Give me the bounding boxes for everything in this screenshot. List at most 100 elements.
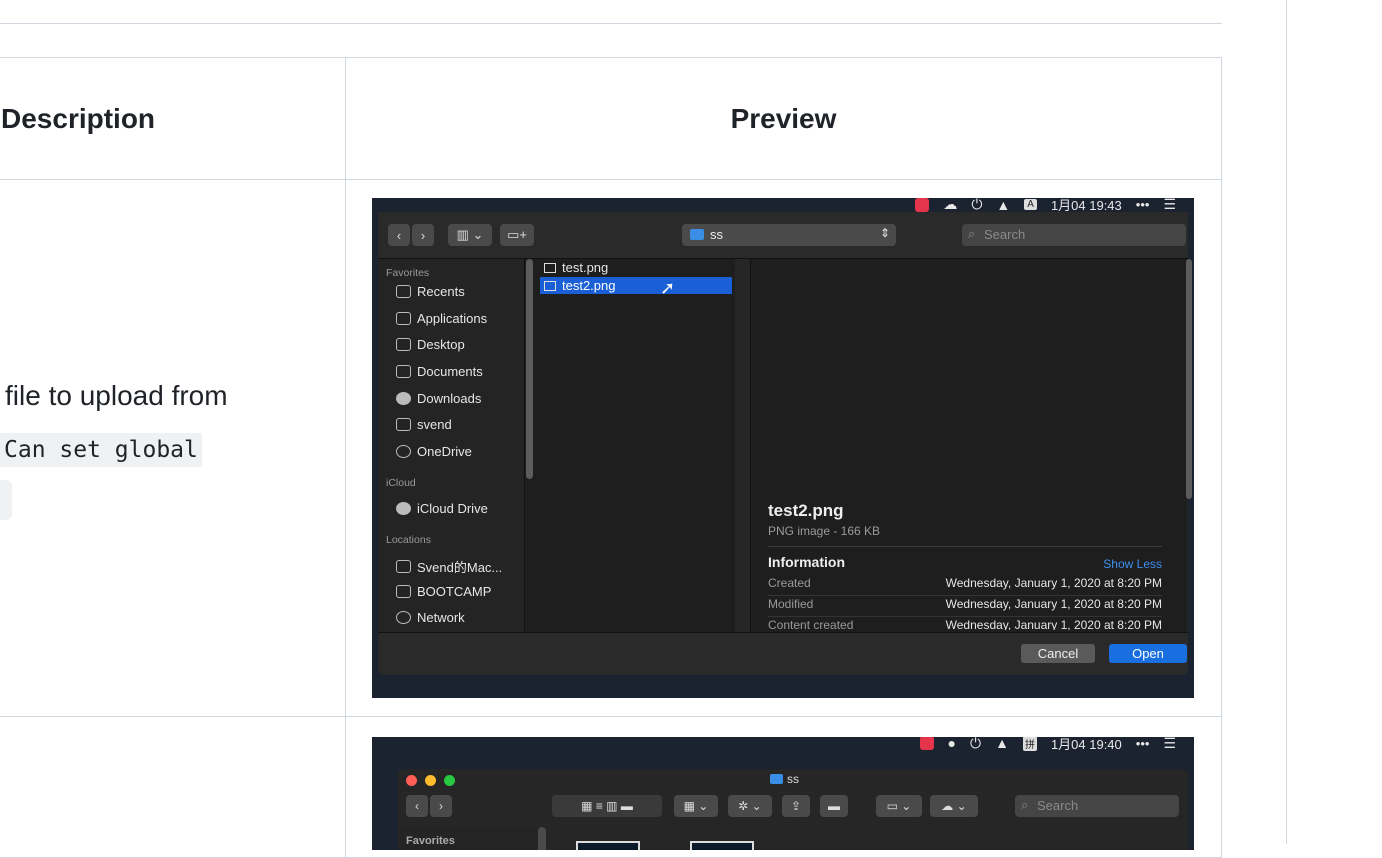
- input-source-icon: 拼: [1022, 736, 1037, 751]
- recents-icon: [396, 285, 411, 298]
- table-row: file to upload from Can set global ☁ ⏻ ▲…: [0, 179, 1222, 717]
- search-input[interactable]: ⌕ Search: [962, 224, 1186, 246]
- sidebar-item-svend[interactable]: svend: [396, 417, 452, 432]
- sidebar-item-recents[interactable]: Recents: [396, 284, 465, 299]
- minimize-window-icon[interactable]: [425, 774, 436, 786]
- folder-icon: [770, 773, 783, 784]
- mac-menubar: ☁ ⏻ ▲ A 1月04 19:43 ••• ☰: [372, 198, 1194, 213]
- sidebar-item-onedrive[interactable]: OneDrive: [396, 444, 472, 459]
- preview-cell: ● ⏻ ▲ 拼 1月04 19:40 ••• ☰ ss ‹ › ▦ ≡ ▥ ▬ …: [345, 716, 1222, 858]
- sidebar-item-bootcamp[interactable]: BOOTCAMP: [396, 584, 491, 599]
- dialog-button-bar: Cancel Open: [378, 632, 1188, 675]
- preview-filename: test2.png: [768, 501, 844, 520]
- search-icon: ⌕: [1021, 796, 1029, 812]
- info-row-created: Created Wednesday, January 1, 2020 at 8:2…: [768, 576, 1162, 596]
- file-icon: [544, 262, 556, 273]
- folder-icon: [690, 229, 704, 240]
- back-button[interactable]: ‹: [406, 794, 428, 817]
- sidebar-scrollbar[interactable]: [538, 826, 546, 850]
- description-cell: file to upload from Can set global: [0, 179, 346, 717]
- view-switcher[interactable]: ▦ ≡ ▥ ▬: [552, 794, 662, 817]
- app-red-icon: [915, 198, 930, 212]
- dialog-sidebar: Favorites Recents Applications Desktop D…: [378, 259, 524, 632]
- finder-window: ss ‹ › ▦ ≡ ▥ ▬ ▦ ⌄ ✲ ⌄ ⇪ ▬ ▭ ⌄ ☁ ⌄ ⌕ Sear…: [398, 768, 1188, 850]
- cancel-button[interactable]: Cancel: [1021, 644, 1095, 663]
- sidebar-item-downloads[interactable]: Downloads: [396, 391, 481, 406]
- readme-table: Description Preview file to upload from …: [0, 57, 1222, 858]
- search-placeholder: Search: [984, 227, 1026, 242]
- table-header-row: Description Preview: [0, 57, 1222, 180]
- tag-button[interactable]: ▬: [820, 794, 848, 817]
- file-thumbnail[interactable]: [576, 840, 640, 850]
- right-rail-divider: [1286, 0, 1287, 844]
- column-scrollbar[interactable]: [526, 259, 533, 479]
- sidebar-item-network[interactable]: Network: [396, 610, 465, 625]
- forward-button[interactable]: ›: [412, 224, 434, 246]
- list-icon: ☰: [1163, 198, 1176, 212]
- table-row: ● ⏻ ▲ 拼 1月04 19:40 ••• ☰ ss ‹ › ▦ ≡ ▥ ▬ …: [0, 716, 1222, 858]
- cloud-icon: ☁: [943, 198, 958, 212]
- header-description: Description: [0, 57, 346, 180]
- path-popup[interactable]: ss ⇕: [682, 224, 896, 246]
- file-column: [524, 259, 735, 632]
- inline-code: Can set global: [0, 433, 202, 467]
- open-button[interactable]: Open: [1109, 644, 1187, 663]
- new-folder-button[interactable]: ▭+: [500, 224, 534, 246]
- sidebar-item-mac[interactable]: Svend的Mac...: [396, 557, 502, 576]
- group-button[interactable]: ▦ ⌄: [674, 794, 718, 817]
- locations-header: Locations: [386, 534, 431, 546]
- zoom-window-icon[interactable]: [444, 774, 455, 786]
- sidebar-item-applications[interactable]: Applications: [396, 311, 487, 326]
- action-gear-button[interactable]: ✲ ⌄: [728, 794, 772, 817]
- information-heading: Information: [768, 554, 845, 570]
- bell-icon: ▲: [996, 198, 1011, 213]
- search-icon: ⌕: [968, 226, 976, 241]
- file-item[interactable]: test.png: [540, 259, 732, 276]
- desktop-icon: [396, 338, 411, 351]
- description-text: file to upload from: [5, 380, 228, 411]
- dialog-toolbar: ‹ › ▥ ⌄ ▭+ ss ⇕ ⌕ Search: [378, 212, 1188, 259]
- share-button[interactable]: ⇪: [782, 794, 810, 817]
- circle-icon: ●: [947, 736, 956, 752]
- sidebar-item-documents[interactable]: Documents: [396, 364, 483, 379]
- back-button[interactable]: ‹: [388, 224, 410, 246]
- home-icon: [396, 418, 411, 431]
- icloud-icon: [396, 502, 411, 515]
- mac-menubar: ● ⏻ ▲ 拼 1月04 19:40 ••• ☰: [372, 736, 1194, 752]
- cloud-button[interactable]: ☁ ⌄: [930, 794, 978, 817]
- search-input[interactable]: ⌕ Search: [1015, 794, 1179, 817]
- computer-icon: [396, 560, 411, 573]
- favorites-header: Favorites: [386, 267, 430, 279]
- sidebar-item-icloud-drive[interactable]: iCloud Drive: [396, 501, 488, 516]
- open-dialog-screenshot: ☁ ⏻ ▲ A 1月04 19:43 ••• ☰ ‹ › ▥ ⌄ ▭+ ss ⇕…: [372, 198, 1194, 698]
- preview-scrollbar[interactable]: [1186, 259, 1192, 499]
- close-window-icon[interactable]: [406, 774, 417, 786]
- show-less-link[interactable]: Show Less: [1103, 557, 1162, 571]
- power-icon: ⏻: [971, 198, 983, 212]
- input-source-icon: A: [1024, 199, 1037, 210]
- upload-button[interactable]: ▭ ⌄: [876, 794, 922, 817]
- more-icon: •••: [1135, 198, 1150, 212]
- list-icon: ☰: [1163, 736, 1176, 751]
- file-item-selected[interactable]: test2.png: [540, 277, 732, 294]
- inline-code-continuation: [0, 480, 12, 520]
- path-label: ss: [710, 227, 723, 242]
- open-dialog: ‹ › ▥ ⌄ ▭+ ss ⇕ ⌕ Search Favorites Recen…: [378, 212, 1192, 675]
- updown-chevron-icon: ⇕: [879, 226, 890, 240]
- icloud-header: iCloud: [386, 477, 416, 489]
- top-divider: [0, 23, 1222, 24]
- file-icon: [544, 280, 556, 291]
- info-row-content-created: Content created Wednesday, January 1, 202…: [768, 618, 1162, 630]
- forward-button[interactable]: ›: [430, 794, 452, 817]
- bell-icon: ▲: [995, 736, 1009, 752]
- sidebar-item-desktop[interactable]: Desktop: [396, 337, 465, 352]
- favorites-header: Favorites: [406, 834, 455, 847]
- view-mode-button[interactable]: ▥ ⌄: [448, 224, 492, 246]
- preview-divider: [768, 546, 1162, 547]
- menubar-clock: 1月04 19:40: [1050, 736, 1122, 752]
- file-thumbnail[interactable]: [690, 840, 754, 850]
- network-globe-icon: [396, 611, 411, 624]
- power-icon: ⏻: [970, 736, 982, 751]
- downloads-icon: [396, 392, 411, 405]
- app-red-icon: [919, 736, 934, 750]
